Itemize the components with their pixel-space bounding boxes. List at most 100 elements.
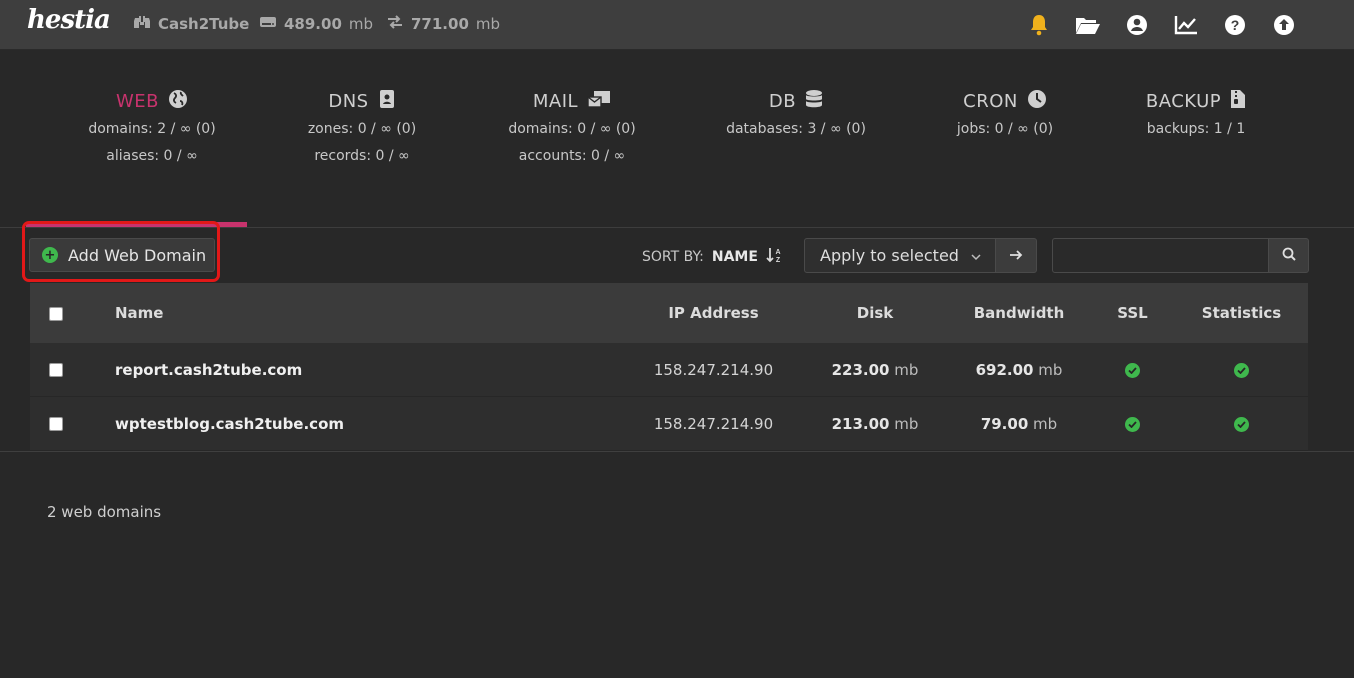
summary-web-label: WEB <box>115 90 160 112</box>
column-header-ssl[interactable]: SSL <box>1090 304 1175 322</box>
domain-name[interactable]: wptestblog.cash2tube.com <box>82 415 625 433</box>
user-indicator: Cash2Tube <box>133 14 249 34</box>
top-bar: hestia Cash2Tube 489.00 mb 771.00 mb ? <box>0 0 1354 50</box>
clock-icon <box>1027 89 1047 114</box>
domain-disk: 223.00 mb <box>831 360 919 379</box>
top-nav-icons: ? <box>1025 12 1298 38</box>
summary-web[interactable]: WEB domains: 2 / ∞ (0) aliases: 0 / ∞ <box>42 86 262 170</box>
select-all-checkbox[interactable] <box>49 306 63 321</box>
search-button[interactable] <box>1268 238 1309 273</box>
folder-icon[interactable] <box>1074 12 1102 38</box>
arrow-right-icon <box>1009 246 1023 265</box>
sort-prefix: SORT BY: <box>642 249 704 265</box>
summary-cron-heading[interactable]: CRON <box>895 86 1115 116</box>
summary-backup[interactable]: BACKUP backups: 1 / 1 <box>1086 86 1306 143</box>
domain-bandwidth: 79.00 mb <box>980 414 1058 433</box>
sort-control[interactable]: SORT BY: NAME AZ <box>642 247 782 267</box>
column-header-statistics[interactable]: Statistics <box>1175 304 1308 322</box>
dns-zones-stat: zones: 0 / ∞ (0) <box>307 121 417 137</box>
cron-jobs-stat: jobs: 0 / ∞ (0) <box>956 121 1054 137</box>
user-circle-icon[interactable] <box>1123 12 1151 38</box>
sort-value: NAME <box>711 249 758 265</box>
disk-unit: mb <box>348 15 374 33</box>
file-zipper-icon <box>1230 89 1246 114</box>
svg-text:?: ? <box>1231 17 1240 33</box>
summary-mail[interactable]: MAIL domains: 0 / ∞ (0) accounts: 0 / ∞ <box>462 86 682 170</box>
bulk-action-apply-button[interactable] <box>995 238 1037 273</box>
domain-count: 2 web domains <box>47 503 162 521</box>
row-checkbox[interactable] <box>49 417 63 431</box>
domain-bandwidth: 692.00 mb <box>975 360 1063 379</box>
domain-ip: 158.247.214.90 <box>653 414 774 433</box>
search-icon <box>1282 246 1296 265</box>
ssl-enabled-check-icon <box>1125 416 1140 432</box>
statistics-enabled-check-icon <box>1234 362 1249 378</box>
table-row: report.cash2tube.com 158.247.214.90 223.… <box>30 343 1308 397</box>
chevron-down-icon <box>971 246 981 265</box>
bulk-action-label: Apply to selected <box>820 246 959 265</box>
table-divider <box>0 451 1354 452</box>
mail-domains-stat: domains: 0 / ∞ (0) <box>508 121 636 137</box>
plus-circle-icon: + <box>42 247 58 263</box>
web-domains-stat: domains: 2 / ∞ (0) <box>88 121 216 137</box>
web-domains-table: Name IP Address Disk Bandwidth SSL Stati… <box>30 283 1308 451</box>
bandwidth-unit: mb <box>475 15 501 33</box>
statistics-enabled-check-icon <box>1234 416 1249 432</box>
domain-ip: 158.247.214.90 <box>653 360 774 379</box>
column-header-ip[interactable]: IP Address <box>625 304 802 322</box>
column-header-name[interactable]: Name <box>82 304 625 322</box>
db-databases-stat: databases: 3 / ∞ (0) <box>726 121 866 137</box>
domain-name[interactable]: report.cash2tube.com <box>82 361 625 379</box>
bulk-action-select[interactable]: Apply to selected <box>804 238 996 273</box>
summary-mail-heading[interactable]: MAIL <box>462 86 682 116</box>
column-header-bandwidth[interactable]: Bandwidth <box>948 304 1090 322</box>
search-input[interactable] <box>1052 238 1269 273</box>
table-row: wptestblog.cash2tube.com 158.247.214.90 … <box>30 397 1308 451</box>
summary-db-heading[interactable]: DB <box>686 86 906 116</box>
summary-backup-heading[interactable]: BACKUP <box>1086 86 1306 116</box>
database-icon <box>805 89 823 114</box>
summary-cron[interactable]: CRON jobs: 0 / ∞ (0) <box>895 86 1115 143</box>
disk-usage: 489.00 mb <box>259 14 373 34</box>
summary-dns-label: DNS <box>328 90 369 112</box>
summary-db-label: DB <box>768 90 797 112</box>
toolbar: + Add Web Domain SORT BY: NAME AZ Apply … <box>0 227 1354 283</box>
summary-backup-label: BACKUP <box>1145 90 1222 112</box>
binoculars-icon <box>133 14 151 34</box>
row-checkbox[interactable] <box>49 363 63 377</box>
backup-count-stat: backups: 1 / 1 <box>1146 121 1246 137</box>
hestia-logo[interactable]: hestia <box>27 5 111 35</box>
disk-value: 489.00 <box>284 15 342 33</box>
table-header: Name IP Address Disk Bandwidth SSL Stati… <box>30 283 1308 343</box>
summary-web-heading[interactable]: WEB <box>42 86 262 116</box>
upload-icon[interactable] <box>1270 12 1298 38</box>
summary-cron-label: CRON <box>963 90 1018 112</box>
domain-disk: 213.00 mb <box>831 414 919 433</box>
address-book-icon <box>378 89 396 114</box>
add-web-domain-label: Add Web Domain <box>68 245 207 265</box>
user-name: Cash2Tube <box>158 15 250 33</box>
help-icon[interactable]: ? <box>1221 12 1249 38</box>
add-web-domain-button[interactable]: + Add Web Domain <box>29 238 215 272</box>
sort-alpha-icon: AZ <box>766 247 782 267</box>
hdd-icon <box>259 15 277 33</box>
mail-bulk-icon <box>587 89 611 114</box>
dns-records-stat: records: 0 / ∞ <box>314 148 410 164</box>
globe-icon <box>168 89 188 114</box>
web-aliases-stat: aliases: 0 / ∞ <box>106 148 198 164</box>
bandwidth-value: 771.00 <box>411 15 469 33</box>
mail-accounts-stat: accounts: 0 / ∞ <box>518 148 626 164</box>
summary-panel: WEB domains: 2 / ∞ (0) aliases: 0 / ∞ DN… <box>0 86 1354 186</box>
bell-icon[interactable] <box>1025 12 1053 38</box>
summary-dns[interactable]: DNS zones: 0 / ∞ (0) records: 0 / ∞ <box>252 86 472 170</box>
bandwidth-usage: 771.00 mb <box>386 14 500 34</box>
summary-mail-label: MAIL <box>532 90 579 112</box>
summary-dns-heading[interactable]: DNS <box>252 86 472 116</box>
transfer-arrows-icon <box>386 14 404 34</box>
svg-text:Z: Z <box>776 257 781 263</box>
svg-text:A: A <box>775 249 780 256</box>
summary-db[interactable]: DB databases: 3 / ∞ (0) <box>686 86 906 143</box>
ssl-enabled-check-icon <box>1125 362 1140 378</box>
chart-line-icon[interactable] <box>1172 12 1200 38</box>
column-header-disk[interactable]: Disk <box>802 304 948 322</box>
